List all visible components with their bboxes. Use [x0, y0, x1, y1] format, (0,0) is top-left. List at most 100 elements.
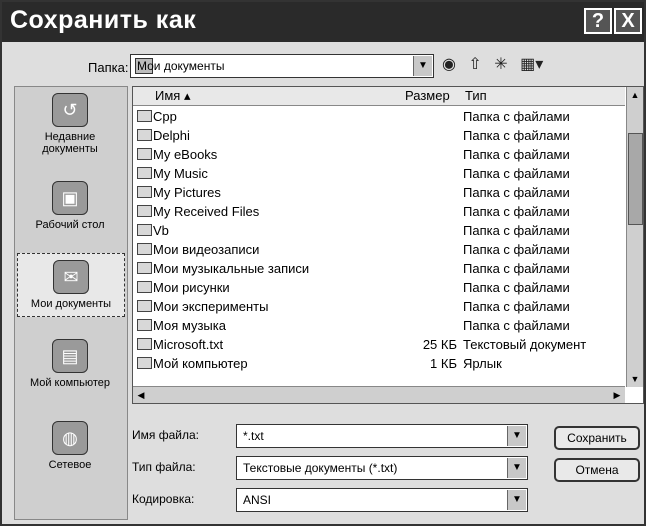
- dialog-title: Сохранить как: [10, 6, 197, 34]
- new-folder-icon[interactable]: ✳: [494, 54, 507, 74]
- file-list[interactable]: Имя ▴ Размер Тип Cpp Папка с файлами Delph…: [132, 86, 644, 404]
- item-type: Папка с файлами: [463, 204, 570, 219]
- item-type: Папка с файлами: [463, 128, 570, 143]
- scroll-left-icon[interactable]: ◀: [135, 389, 147, 401]
- item-name: Microsoft.txt: [153, 337, 224, 352]
- chevron-down-icon[interactable]: ▼: [507, 458, 526, 478]
- encoding-select[interactable]: ANSI ▼: [236, 488, 528, 512]
- place-label: Мои документы: [30, 298, 112, 310]
- list-item[interactable]: Мои рисунки Папка с файлами: [133, 278, 625, 297]
- chevron-down-icon[interactable]: ▼: [507, 426, 526, 446]
- list-item[interactable]: Мои эксперименты Папка с файлами: [133, 297, 625, 316]
- folder-icon: [137, 243, 152, 255]
- list-header: Имя ▴ Размер Тип: [133, 87, 625, 106]
- item-name: My Music: [153, 166, 208, 181]
- item-name: Мои музыкальные записи: [153, 261, 310, 276]
- up-folder-icon[interactable]: ⇧: [468, 54, 481, 74]
- filename-label: Имя файла:: [132, 428, 199, 442]
- folder-label: Папка:: [88, 60, 129, 75]
- folder-icon: [137, 148, 152, 160]
- folder-icon: [137, 262, 152, 274]
- item-size: 1 КБ: [430, 356, 457, 371]
- chevron-down-icon[interactable]: ▼: [413, 56, 432, 76]
- scroll-right-icon[interactable]: ▶: [611, 389, 623, 401]
- item-name: Мои рисунки: [153, 280, 230, 295]
- chevron-down-icon[interactable]: ▼: [507, 490, 526, 510]
- cancel-button[interactable]: Отмена: [554, 458, 640, 482]
- folder-icon: [137, 319, 152, 331]
- view-menu-icon[interactable]: ▦▾: [520, 54, 543, 74]
- item-type: Папка с файлами: [463, 318, 570, 333]
- folder-icon: [137, 281, 152, 293]
- item-name: Мои эксперименты: [153, 299, 269, 314]
- back-icon[interactable]: ◉: [442, 54, 456, 74]
- save-button[interactable]: Сохранить: [554, 426, 640, 450]
- my-documents-icon: ✉: [53, 260, 89, 294]
- place-recent-documents[interactable]: ↺ Недавние документы: [17, 93, 123, 155]
- network-icon: ◍: [52, 421, 88, 455]
- column-header-type[interactable]: Тип: [465, 88, 487, 103]
- folder-icon: [137, 129, 152, 141]
- item-name: My Pictures: [153, 185, 221, 200]
- item-type: Папка с файлами: [463, 223, 570, 238]
- item-type: Папка с файлами: [463, 147, 570, 162]
- close-button[interactable]: X: [614, 8, 642, 34]
- place-my-documents[interactable]: ✉ Мои документы: [17, 253, 125, 317]
- folder-icon: [137, 167, 152, 179]
- filename-input[interactable]: *.txt ▼: [236, 424, 528, 448]
- help-button[interactable]: ?: [584, 8, 612, 34]
- folder-select-value: Мои документы: [137, 59, 225, 73]
- item-type: Ярлык: [463, 356, 502, 371]
- encoding-value: ANSI: [243, 493, 272, 507]
- toolbar: ◉ ⇧ ✳ ▦▾: [442, 54, 551, 74]
- list-item[interactable]: Cpp Папка с файлами: [133, 107, 625, 126]
- item-name: Моя музыка: [153, 318, 226, 333]
- place-my-computer[interactable]: ▤ Мой компьютер: [17, 339, 123, 389]
- horizontal-scrollbar[interactable]: ◀ ▶: [133, 386, 625, 403]
- recent-documents-icon: ↺: [52, 93, 88, 127]
- folder-icon: [137, 300, 152, 312]
- item-name: Cpp: [153, 109, 177, 124]
- vertical-scrollbar[interactable]: ▲ ▼: [626, 87, 643, 387]
- item-type: Папка с файлами: [463, 261, 570, 276]
- list-item[interactable]: Моя музыка Папка с файлами: [133, 316, 625, 335]
- place-desktop[interactable]: ▣ Рабочий стол: [17, 181, 123, 231]
- place-label: Сетевое: [48, 459, 92, 471]
- list-item[interactable]: Microsoft.txt 25 КБ Текстовый документ: [133, 335, 625, 354]
- scroll-down-icon[interactable]: ▼: [629, 373, 641, 385]
- desktop-icon: ▣: [52, 181, 88, 215]
- list-item[interactable]: My Music Папка с файлами: [133, 164, 625, 183]
- item-type: Папка с файлами: [463, 166, 570, 181]
- filetype-label: Тип файла:: [132, 460, 196, 474]
- place-network[interactable]: ◍ Сетевое: [17, 421, 123, 471]
- list-item[interactable]: Delphi Папка с файлами: [133, 126, 625, 145]
- item-type: Папка с файлами: [463, 185, 570, 200]
- item-name: My Received Files: [153, 204, 260, 219]
- item-type: Папка с файлами: [463, 109, 570, 124]
- list-item[interactable]: Мои музыкальные записи Папка с файлами: [133, 259, 625, 278]
- column-header-name[interactable]: Имя ▴: [155, 88, 190, 104]
- title-bar[interactable]: Сохранить как ? X: [2, 2, 644, 42]
- list-item[interactable]: Мой компьютер 1 КБ Ярлык: [133, 354, 625, 373]
- scroll-up-icon[interactable]: ▲: [629, 89, 641, 101]
- filename-value: *.txt: [243, 429, 264, 443]
- scroll-thumb[interactable]: [628, 133, 643, 225]
- place-label: Недавние документы: [42, 131, 98, 155]
- column-header-size[interactable]: Размер: [405, 88, 450, 103]
- list-item[interactable]: Vb Папка с файлами: [133, 221, 625, 240]
- filetype-value: Текстовые документы (*.txt): [243, 461, 398, 475]
- list-item[interactable]: My Pictures Папка с файлами: [133, 183, 625, 202]
- item-type: Папка с файлами: [463, 242, 570, 257]
- list-item[interactable]: Мои видеозаписи Папка с файлами: [133, 240, 625, 259]
- folder-icon: [137, 224, 152, 236]
- list-item[interactable]: My eBooks Папка с файлами: [133, 145, 625, 164]
- folder-select[interactable]: Мои документы ▼: [130, 54, 434, 78]
- list-item[interactable]: My Received Files Папка с файлами: [133, 202, 625, 221]
- filetype-select[interactable]: Текстовые документы (*.txt) ▼: [236, 456, 528, 480]
- encoding-label: Кодировка:: [132, 492, 195, 506]
- folder-icon: [137, 205, 152, 217]
- item-size: 25 КБ: [422, 337, 457, 352]
- my-computer-icon: ▤: [52, 339, 88, 373]
- place-label: Мой компьютер: [29, 377, 111, 389]
- item-name: Мой компьютер: [153, 356, 248, 371]
